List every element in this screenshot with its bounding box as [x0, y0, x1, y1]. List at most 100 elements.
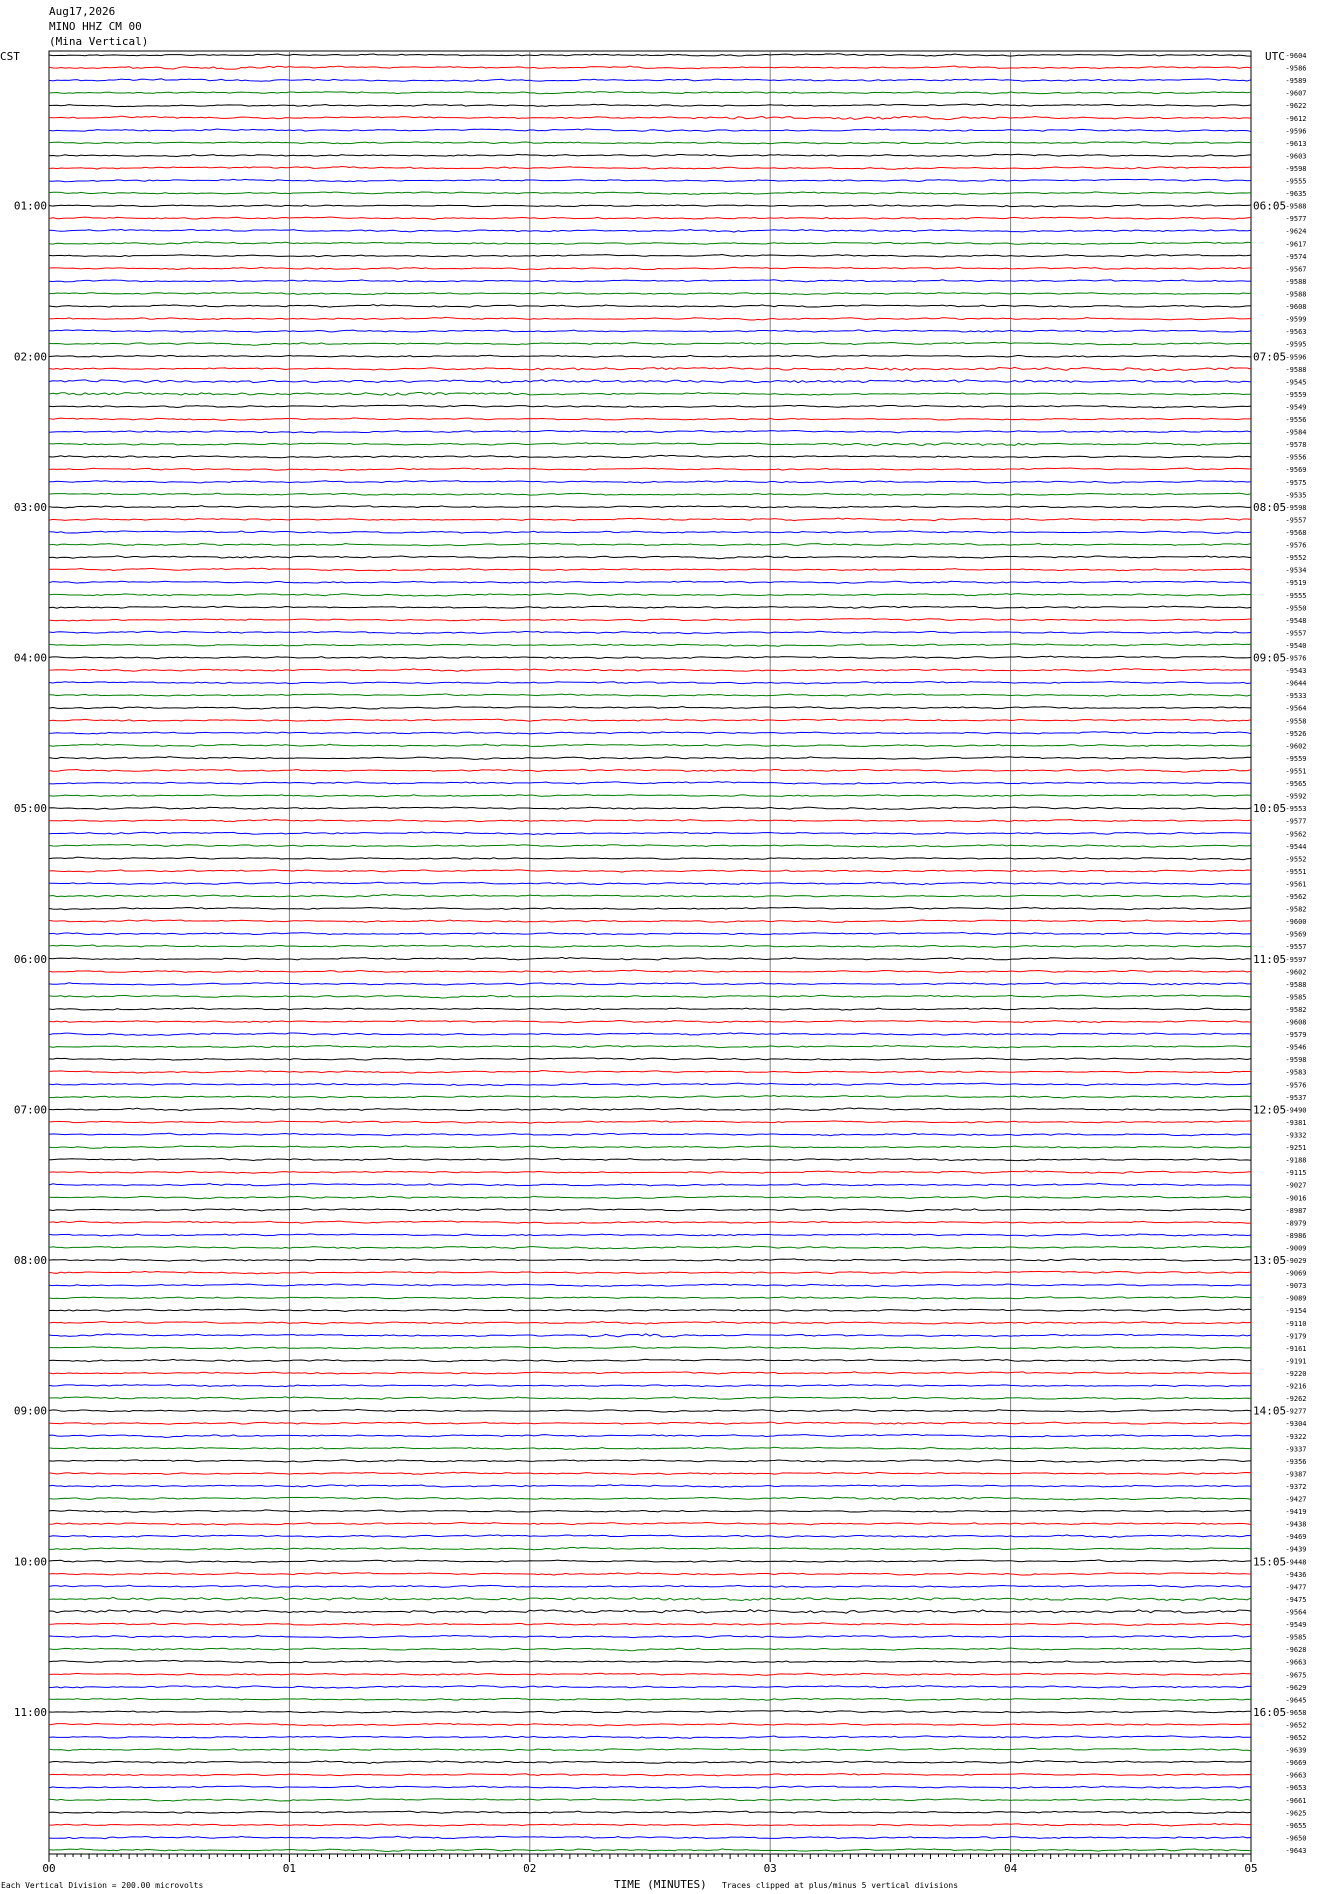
trace-offset-label: -9372: [1285, 1483, 1306, 1491]
trace-offset-label: -9154: [1285, 1307, 1306, 1315]
x-axis: 00 01 02 03 04 05: [42, 1854, 1258, 1875]
seismic-trace: [48, 115, 1252, 121]
right-hour-label: 07:05: [1253, 350, 1286, 363]
seismic-trace: [48, 806, 1252, 810]
seismic-trace: [48, 1070, 1252, 1074]
seismic-trace: [48, 869, 1252, 873]
seismic-trace: [48, 994, 1252, 999]
seismic-trace: [48, 580, 1252, 584]
trace-offset-label: -9561: [1285, 881, 1306, 889]
seismic-trace: [48, 292, 1252, 296]
clip-note: Traces clipped at plus/minus 5 vertical …: [722, 1881, 958, 1890]
trace-offset-label: -9599: [1285, 316, 1306, 324]
seismic-trace: [48, 593, 1252, 597]
seismic-trace: [48, 467, 1252, 471]
trace-offset-label: -9658: [1285, 1709, 1306, 1717]
trace-offset-label: -9625: [1285, 1809, 1306, 1817]
seismic-trace: [48, 542, 1252, 547]
trace-offset-label: -9535: [1285, 491, 1306, 499]
seismic-trace: [48, 1509, 1252, 1513]
trace-offset-label: -9427: [1285, 1496, 1306, 1504]
seismic-trace: [48, 1785, 1252, 1789]
trace-offset-label: -9556: [1285, 454, 1306, 462]
seismic-trace: [48, 1433, 1252, 1438]
seismic-trace: [48, 1296, 1252, 1300]
seismic-trace: [48, 1835, 1252, 1840]
x-axis-title: TIME (MINUTES): [614, 1878, 707, 1891]
trace-offset-label: -9567: [1285, 265, 1306, 273]
trace-offset-label: -9161: [1285, 1345, 1306, 1353]
trace-offset-label: -9551: [1285, 768, 1306, 776]
seismic-trace: [48, 1182, 1252, 1187]
trace-offset-label: -9569: [1285, 466, 1306, 474]
trace-offset-label: -9588: [1285, 203, 1306, 211]
seismic-trace: [48, 1384, 1252, 1388]
trace-offset-label: -9381: [1285, 1119, 1306, 1127]
trace-offset-label: -9574: [1285, 253, 1306, 261]
seismic-trace: [48, 794, 1252, 798]
trace-offset-label: -9534: [1285, 567, 1306, 575]
seismic-trace: [48, 1082, 1252, 1087]
seismic-trace: [48, 65, 1252, 70]
seismic-trace: [48, 643, 1252, 647]
trace-offset-label: -9448: [1285, 1558, 1306, 1566]
trace-offset-label: -9016: [1285, 1194, 1306, 1202]
trace-offset-label: -9608: [1285, 303, 1306, 311]
trace-offset-label: -9188: [1285, 1157, 1306, 1165]
trace-offset-label: -9663: [1285, 1659, 1306, 1667]
trace-offset-label: -9322: [1285, 1433, 1306, 1441]
seismic-trace: [48, 505, 1252, 509]
right-hour-label: 15:05: [1253, 1555, 1286, 1568]
trace-offset-label: -9557: [1285, 943, 1306, 951]
trace-offset-label: -9557: [1285, 629, 1306, 637]
seismic-trace: [48, 1020, 1252, 1024]
seismic-trace: [48, 341, 1252, 346]
seismic-trace: [48, 442, 1252, 447]
trace-offset-label: -9576: [1285, 1081, 1306, 1089]
seismic-trace: [48, 1371, 1252, 1375]
seismic-trace: [48, 1659, 1252, 1664]
trace-offset-label: -9179: [1285, 1332, 1306, 1340]
trace-offset-label: -9575: [1285, 479, 1306, 487]
x-tick-label: 05: [1244, 1862, 1257, 1875]
seismic-trace: [48, 329, 1252, 333]
seismic-trace: [48, 681, 1252, 685]
trace-offset-label: -9549: [1285, 404, 1306, 412]
trace-offset-label: -8987: [1285, 1207, 1306, 1215]
trace-offset-label: -9537: [1285, 1094, 1306, 1102]
trace-offset-label: -9540: [1285, 642, 1306, 650]
trace-offset-label: -9635: [1285, 190, 1306, 198]
seismic-trace: [48, 1697, 1252, 1702]
seismic-trace: [48, 1471, 1252, 1476]
seismic-trace: [48, 1258, 1252, 1262]
seismic-trace: [48, 1358, 1252, 1363]
trace-offset-label: -9588: [1285, 366, 1306, 374]
seismic-trace: [48, 103, 1252, 108]
trace-offset-label: -9655: [1285, 1822, 1306, 1830]
seismic-trace: [48, 1798, 1252, 1802]
seismic-trace: [48, 191, 1252, 195]
trace-offset-label: -9613: [1285, 140, 1306, 148]
seismic-trace: [48, 982, 1252, 986]
trace-offset-label: -9652: [1285, 1734, 1306, 1742]
trace-offset-label: -9629: [1285, 1684, 1306, 1692]
trace-offset-label: -9519: [1285, 579, 1306, 587]
grid: [48, 50, 1252, 1855]
seismic-trace: [48, 781, 1252, 785]
seismic-trace: [48, 919, 1252, 923]
trace-offset-label: -9029: [1285, 1257, 1306, 1265]
trace-offset-label: -9220: [1285, 1370, 1306, 1378]
seismic-trace: [48, 881, 1252, 886]
trace-offset-label: -9643: [1285, 1847, 1306, 1855]
header-location: (Mina Vertical): [49, 35, 148, 48]
seismic-trace: [48, 1622, 1252, 1626]
right-hour-label: 10:05: [1253, 802, 1286, 815]
trace-offset-label: -9617: [1285, 240, 1306, 248]
seismic-trace: [48, 266, 1252, 271]
seismic-trace: [48, 1157, 1252, 1162]
right-hour-label: 14:05: [1253, 1405, 1286, 1418]
trace-offset-label: -9563: [1285, 328, 1306, 336]
seismic-trace: [48, 216, 1252, 220]
trace-offset-label: -9564: [1285, 705, 1306, 713]
seismic-trace: [48, 316, 1252, 321]
